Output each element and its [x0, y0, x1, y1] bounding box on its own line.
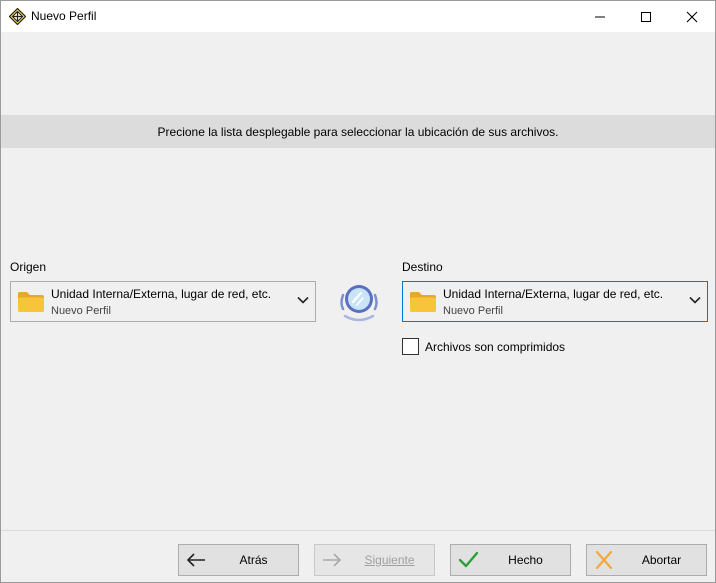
close-button[interactable]: [669, 1, 715, 32]
done-button[interactable]: Hecho: [450, 544, 571, 576]
origin-label: Origen: [10, 260, 47, 274]
maximize-button[interactable]: [623, 1, 669, 32]
chevron-down-icon: [297, 296, 309, 304]
checkmark-icon: [458, 551, 479, 568]
compressed-checkbox[interactable]: [402, 338, 419, 355]
chevron-down-icon: [689, 296, 701, 304]
maximize-icon: [641, 11, 651, 22]
destination-profile-name: Nuevo Perfil: [443, 305, 503, 317]
app-logo-icon: [9, 8, 26, 25]
origin-profile-name: Nuevo Perfil: [51, 305, 111, 317]
arrow-left-icon: [186, 553, 205, 567]
new-profile-window: Nuevo Perfil Precione la lista desplegab…: [0, 0, 716, 583]
window-title: Nuevo Perfil: [31, 9, 97, 23]
abort-button[interactable]: Abortar: [586, 544, 707, 576]
origin-selected-location: Unidad Interna/Externa, lugar de red, et…: [51, 287, 272, 301]
cross-icon: [595, 551, 613, 569]
done-button-label: Hecho: [508, 553, 543, 567]
sync-mirror-icon: [340, 285, 378, 322]
back-button-label: Atrás: [239, 553, 268, 567]
folder-icon: [410, 292, 436, 312]
folder-icon: [18, 292, 44, 312]
close-icon: [686, 11, 698, 22]
minimize-icon: [595, 16, 605, 17]
abort-button-label: Abortar: [641, 553, 682, 567]
destination-label: Destino: [402, 260, 443, 274]
destination-selected-location: Unidad Interna/Externa, lugar de red, et…: [443, 287, 664, 301]
title-bar: Nuevo Perfil: [1, 1, 715, 32]
arrow-right-icon: [323, 553, 342, 567]
instruction-banner: Precione la lista desplegable para selec…: [1, 115, 715, 148]
compressed-checkbox-label[interactable]: Archivos son comprimidos: [425, 340, 565, 354]
next-button[interactable]: Siguiente: [314, 544, 435, 576]
minimize-button[interactable]: [577, 1, 623, 32]
next-button-label: Siguiente: [364, 553, 415, 567]
instruction-text: Precione la lista desplegable para selec…: [157, 124, 559, 139]
back-button[interactable]: Atrás: [178, 544, 299, 576]
origin-dropdown[interactable]: Unidad Interna/Externa, lugar de red, et…: [10, 281, 316, 322]
destination-dropdown[interactable]: Unidad Interna/Externa, lugar de red, et…: [402, 281, 708, 322]
